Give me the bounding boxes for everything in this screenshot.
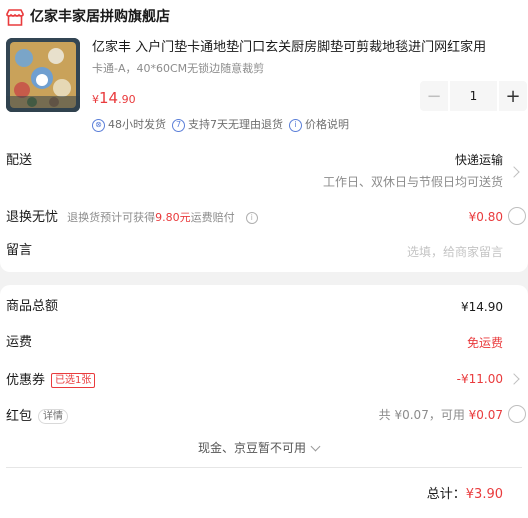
shipping-value: 免运费 [466,336,503,350]
return-worry-radio[interactable] [508,207,526,225]
service-price-info[interactable]: i 价格说明 [289,117,349,133]
seven-day-icon: 7 [172,118,185,132]
product-thumbnail[interactable] [6,38,80,112]
coupon-value[interactable]: -¥11.00 [457,371,503,387]
redpacket-value: 共 ¥0.07，可用 ¥0.07 [379,407,503,423]
return-desc-suffix: 运费赔付 [190,211,235,224]
cash-bean-note: 现金、京豆暂不可用 [198,441,307,455]
store-icon [6,9,24,26]
total-label: 总计： [426,487,466,502]
increase-button[interactable]: + [499,81,527,111]
delivery-method[interactable]: 快递运输 [455,152,503,168]
redpacket-radio[interactable] [508,405,526,423]
service-tags: ⊗ 48小时发货 7 支持7天无理由退货 i 价格说明 [92,117,355,133]
service-label: 48小时发货 [108,118,166,131]
doormat-image [6,38,80,112]
service-shipping-48h[interactable]: ⊗ 48小时发货 [92,117,166,133]
quantity-value[interactable]: 1 [448,81,499,111]
coupon-label: 优惠券 [6,373,46,388]
price-currency: ¥ [92,93,99,106]
total-value: ¥3.90 [465,487,503,502]
redpacket-detail-button[interactable]: 详情 [38,409,69,424]
price-decimal: .90 [118,93,136,106]
return-desc-amount: 9.80元 [155,211,191,224]
chevron-down-icon [310,441,321,451]
goods-total-label: 商品总额 [6,299,59,314]
return-worry-price: ¥0.80 [468,210,503,224]
coupon-row[interactable]: 优惠券 已选1张 [6,370,96,390]
coupon-selected-badge: 已选1张 [51,373,96,388]
divider [6,467,522,468]
quantity-stepper: − 1 + [420,81,527,111]
redpacket-available: ¥0.07 [468,408,503,422]
service-7day-return[interactable]: 7 支持7天无理由退货 [172,117,283,133]
return-worry-desc: 退换货预计可获得9.80元运费赔付 [67,211,235,224]
store-name[interactable]: 亿家丰家居拼购旗舰店 [30,7,170,27]
redpacket-row: 红包 详情 [6,406,69,426]
order-summary-card [0,285,528,518]
service-label: 价格说明 [305,118,349,131]
shipping-icon: ⊗ [92,118,105,132]
delivery-label: 配送 [6,153,33,168]
decrease-button[interactable]: − [420,81,448,111]
product-title[interactable]: 亿家丰 入户门垫卡通地垫门口玄关厨房脚垫可剪裁地毯进门网红家用 [92,39,520,57]
info-icon[interactable]: i [245,212,258,224]
service-label: 支持7天无理由退货 [188,118,283,131]
cash-bean-toggle[interactable]: 现金、京豆暂不可用 [198,440,321,456]
return-worry-label: 退换无忧 [6,210,59,225]
info-icon: i [289,118,302,132]
shipping-label: 运费 [6,335,33,350]
return-desc-prefix: 退换货预计可获得 [67,211,156,224]
message-label: 留言 [6,243,33,258]
order-total: 总计：¥3.90 [427,486,503,504]
message-input[interactable]: 选填，给商家留言 [407,244,503,260]
product-price: ¥14.90 [92,88,136,110]
product-spec: 卡通-A，40*60CM无锁边随意裁剪 [92,62,265,75]
redpacket-total: 共 ¥0.07，可用 [378,408,469,422]
redpacket-label: 红包 [6,409,33,424]
return-worry-row: 退换无忧 退换货预计可获得9.80元运费赔付 i [6,207,258,227]
price-integer: 14 [99,89,119,107]
delivery-note: 工作日、双休日与节假日均可送货 [322,175,503,189]
goods-total-value: ¥14.90 [461,300,503,314]
